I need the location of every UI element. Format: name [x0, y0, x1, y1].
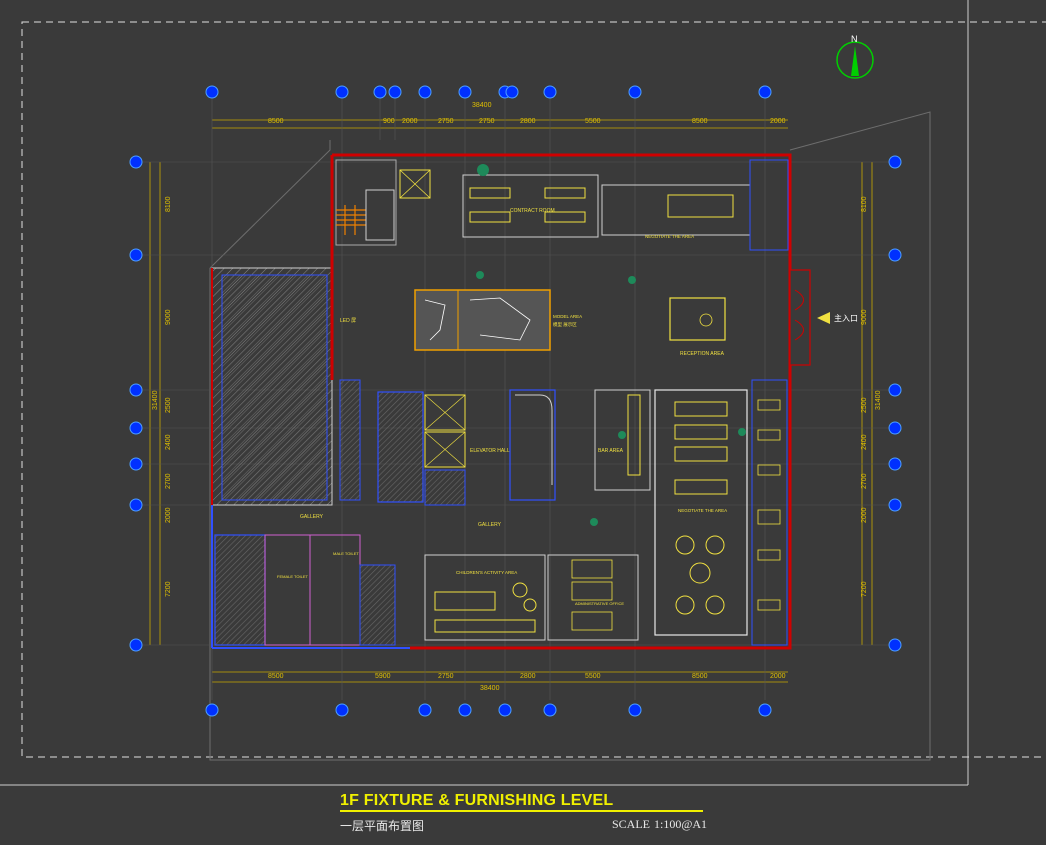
svg-text:5900: 5900 — [375, 673, 391, 680]
svg-text:38400: 38400 — [472, 102, 492, 109]
elevator-core: ELEVATOR HALL — [339, 379, 556, 506]
model-area: MODEL AREA 模型 展示区 LED 屏 — [340, 289, 582, 351]
main-entrance: 主入口 — [789, 269, 858, 366]
gallery-center-label: GALLERY — [478, 522, 502, 528]
childrens-area-label: CHILDREN'S ACTIVITY AREA — [456, 570, 517, 575]
svg-text:31400: 31400 — [152, 390, 159, 410]
childrens-activity-area: CHILDREN'S ACTIVITY AREA ADMINISTRATIVE … — [424, 554, 639, 641]
admin-office-label: ADMINISTRATIVE OFFICE — [575, 601, 624, 606]
toilets: FEMALE TOILET MALE TOILET — [214, 534, 396, 646]
svg-text:2000: 2000 — [165, 507, 172, 523]
top-zone: CONTRACT ROOM NEGOTIATE THE AREA — [335, 159, 789, 251]
svg-text:8500: 8500 — [268, 118, 284, 125]
negotiate-label: NEGOTIATE THE AREA — [678, 508, 727, 513]
negotiate-area: NEGOTIATE THE AREA — [654, 379, 788, 646]
title-underline — [340, 810, 703, 812]
svg-text:2800: 2800 — [520, 673, 536, 680]
svg-text:2750: 2750 — [479, 118, 495, 125]
model-area-label: MODEL AREA — [553, 314, 582, 319]
gallery-left-label: GALLERY — [300, 514, 324, 520]
svg-text:8100: 8100 — [861, 196, 868, 212]
svg-text:2000: 2000 — [770, 118, 786, 125]
svg-text:2500: 2500 — [861, 397, 868, 413]
svg-text:2700: 2700 — [165, 473, 172, 489]
reception-area: RECEPTION AREA — [669, 297, 726, 357]
svg-text:2000: 2000 — [402, 118, 418, 125]
svg-text:2400: 2400 — [165, 434, 172, 450]
contract-room-label: CONTRACT ROOM — [510, 208, 555, 214]
svg-text:2750: 2750 — [438, 673, 454, 680]
elevator-hall-label: ELEVATOR HALL — [470, 448, 510, 454]
bar-area-label: BAR AREA — [598, 448, 624, 454]
svg-text:8500: 8500 — [692, 118, 708, 125]
svg-text:2400: 2400 — [861, 434, 868, 450]
svg-text:2000: 2000 — [770, 673, 786, 680]
scale-label: SCALE — [612, 817, 651, 831]
svg-text:2500: 2500 — [165, 397, 172, 413]
svg-text:8500: 8500 — [268, 673, 284, 680]
svg-text:9000: 9000 — [165, 309, 172, 325]
svg-text:5500: 5500 — [585, 673, 601, 680]
negotiate-top-label: NEGOTIATE THE AREA — [645, 234, 694, 239]
main-entrance-label: 主入口 — [834, 313, 858, 323]
svg-text:38400: 38400 — [480, 685, 500, 692]
svg-text:7200: 7200 — [165, 581, 172, 597]
svg-text:2000: 2000 — [861, 507, 868, 523]
drawing-title: 1F FIXTURE & FURNISHING LEVEL — [340, 792, 614, 809]
north-arrow: N — [836, 34, 874, 79]
male-toilet-label: MALE TOILET — [333, 551, 359, 556]
svg-text:9000: 9000 — [861, 309, 868, 325]
svg-text:2700: 2700 — [861, 473, 868, 489]
galleries: GALLERY GALLERY — [300, 514, 502, 528]
bar-area: BAR AREA — [594, 389, 651, 491]
north-label: N — [851, 34, 858, 44]
svg-text:8100: 8100 — [165, 196, 172, 212]
female-toilet-label: FEMALE TOILET — [277, 574, 309, 579]
floor-plan-drawing: N 38400 8500 900 2000 2750 2750 2800 550… — [0, 0, 1046, 786]
svg-text:5500: 5500 — [585, 118, 601, 125]
svg-text:900: 900 — [383, 118, 395, 125]
svg-text:2750: 2750 — [438, 118, 454, 125]
model-area-cn-label: 模型 展示区 — [553, 321, 577, 328]
reception-label: RECEPTION AREA — [680, 351, 725, 357]
svg-text:31400: 31400 — [875, 390, 882, 410]
scale-value: 1:100@A1 — [654, 817, 708, 831]
svg-text:7200: 7200 — [861, 581, 868, 597]
svg-text:8500: 8500 — [692, 673, 708, 680]
led-label: LED 屏 — [340, 318, 356, 324]
drawing-subtitle: 一层平面布置图 — [340, 819, 425, 833]
svg-text:2800: 2800 — [520, 118, 536, 125]
